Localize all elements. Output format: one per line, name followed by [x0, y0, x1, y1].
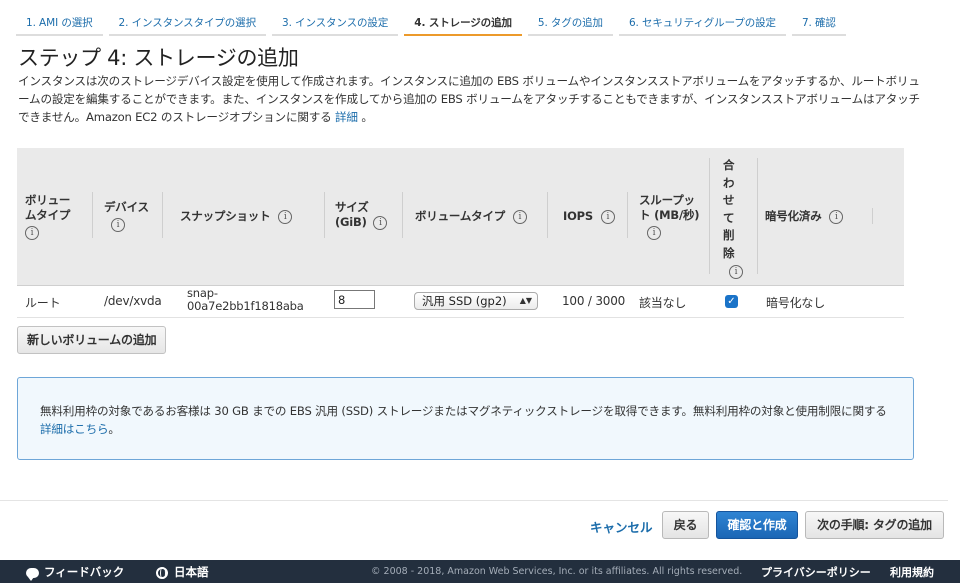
notice-end: 。	[108, 422, 120, 436]
table-row: ルート /dev/xvda snap- 00a7e2bb1f1818aba 汎用…	[17, 286, 904, 318]
column-divider	[402, 192, 403, 238]
header-ebs-volume-type-label: ボリュームタイプ	[415, 209, 506, 223]
cell-encrypted: 暗号化なし	[766, 296, 826, 310]
header-snapshot: スナップショット i	[180, 209, 293, 224]
notice-text: 無料利用枠の対象であるお客様は 30 GB までの EBS 汎用 (SSD) ス…	[40, 402, 900, 438]
header-delete-char: わ	[723, 175, 735, 190]
cell-volume-type: ルート	[25, 296, 61, 310]
info-icon[interactable]: i	[647, 225, 661, 240]
header-device-label: デバイス	[104, 200, 149, 214]
info-icon[interactable]: i	[373, 215, 388, 230]
column-divider	[547, 192, 548, 238]
column-divider	[872, 208, 873, 224]
header-volume-type-line1: ボリュー	[25, 193, 71, 207]
feedback-link[interactable]: フィードバック	[26, 564, 125, 581]
notice-link[interactable]: 詳細はこちら	[40, 422, 109, 436]
header-device: デバイス i	[104, 200, 149, 232]
header-iops-label: IOPS	[563, 209, 593, 223]
console-footer: フィードバック 日本語 © 2008 - 2018, Amazon Web Se…	[0, 560, 960, 583]
header-volume-type: ボリュー ムタイプ i	[25, 193, 70, 240]
header-size-line1: サイズ	[335, 200, 369, 214]
header-volume-type-line2: ムタイプ	[25, 208, 71, 222]
tab-add-tags[interactable]: 5. タグの追加	[527, 10, 613, 36]
actions-divider	[0, 500, 948, 501]
privacy-policy-link[interactable]: プライバシーポリシー	[761, 564, 871, 580]
terms-link[interactable]: 利用規約	[890, 564, 934, 580]
info-icon[interactable]: i	[829, 209, 844, 224]
info-icon[interactable]: i	[512, 209, 527, 224]
column-divider	[709, 158, 710, 274]
header-delete-char: 削	[723, 228, 735, 242]
header-iops: IOPS i	[563, 209, 615, 224]
description-text: インスタンスは次のストレージデバイス設定を使用して作成されます。インスタンスに追…	[18, 74, 920, 124]
tab-add-storage[interactable]: 4. ストレージの追加	[404, 10, 522, 36]
tab-review[interactable]: 7. 確認	[791, 10, 846, 36]
description-end: 。	[361, 110, 373, 124]
cell-snapshot-line2: 00a7e2bb1f1818aba	[187, 299, 304, 313]
globe-icon	[156, 566, 168, 579]
header-encrypted-label: 暗号化済み	[765, 209, 822, 223]
page-title: ステップ 4: ストレージの追加	[18, 46, 299, 70]
wizard-steps: 1. AMI の選択 2. インスタンスタイプの選択 3. インスタンスの設定 …	[16, 10, 852, 36]
info-icon[interactable]: i	[600, 209, 615, 224]
tab-security-group[interactable]: 6. セキュリティグループの設定	[618, 10, 786, 36]
column-divider	[757, 158, 758, 274]
delete-on-termination-checkbox[interactable]: ✓	[725, 295, 738, 308]
notice-body: 無料利用枠の対象であるお客様は 30 GB までの EBS 汎用 (SSD) ス…	[40, 404, 887, 418]
ebs-volume-type-select[interactable]: 汎用 SSD (gp2) ▲▼	[414, 292, 538, 310]
free-tier-notice: 無料利用枠の対象であるお客様は 30 GB までの EBS 汎用 (SSD) ス…	[17, 377, 914, 460]
header-encrypted: 暗号化済み i	[765, 209, 844, 224]
info-icon[interactable]: i	[729, 264, 743, 279]
info-icon[interactable]: i	[278, 209, 293, 224]
cell-device: /dev/xvda	[104, 294, 162, 308]
cell-iops: 100 / 3000	[562, 294, 626, 308]
header-size: サイズ (GiB) i	[335, 200, 388, 230]
storage-table-header: ボリュー ムタイプ i デバイス i スナップショット i サイズ (GiB) …	[17, 148, 904, 286]
size-input[interactable]	[334, 290, 375, 309]
language-selector[interactable]: 日本語	[156, 564, 209, 580]
cancel-link[interactable]: キャンセル	[590, 517, 653, 536]
header-delete-char: 除	[723, 245, 735, 260]
tab-ami[interactable]: 1. AMI の選択	[16, 10, 103, 36]
ebs-volume-type-value: 汎用 SSD (gp2)	[422, 294, 507, 308]
tab-configure-instance[interactable]: 3. インスタンスの設定	[271, 10, 399, 36]
column-divider	[324, 192, 325, 238]
cell-snapshot: snap- 00a7e2bb1f1818aba	[187, 287, 304, 313]
info-icon[interactable]: i	[111, 217, 125, 232]
header-snapshot-label: スナップショット	[180, 209, 271, 223]
next-add-tags-button[interactable]: 次の手順: タグの追加	[805, 511, 944, 539]
header-delete-on-termination: 合 わ せ て 削 除 i	[723, 157, 743, 281]
column-divider	[162, 192, 163, 238]
header-size-line2: (GiB)	[335, 215, 367, 229]
header-throughput-line1: スループッ	[639, 193, 695, 207]
header-throughput-line2: ト (MB/秒)	[639, 208, 700, 222]
header-delete-char: て	[723, 210, 735, 225]
info-icon[interactable]: i	[25, 225, 39, 240]
header-throughput: スループッ ト (MB/秒) i	[639, 193, 700, 240]
back-button[interactable]: 戻る	[662, 511, 709, 539]
header-delete-char: せ	[723, 193, 735, 207]
storage-options-link[interactable]: 詳細	[335, 110, 358, 124]
header-delete-char: 合	[723, 158, 735, 172]
copyright-text: © 2008 - 2018, Amazon Web Services, Inc.…	[371, 566, 743, 577]
add-volume-button[interactable]: 新しいボリュームの追加	[17, 326, 167, 354]
language-label: 日本語	[174, 565, 209, 579]
column-divider	[627, 192, 628, 238]
feedback-label: フィードバック	[44, 565, 125, 579]
review-and-launch-button[interactable]: 確認と作成	[716, 511, 798, 539]
feedback-bubble-icon	[26, 567, 39, 581]
tab-instance-type[interactable]: 2. インスタンスタイプの選択	[108, 10, 266, 36]
header-ebs-volume-type: ボリュームタイプ i	[415, 209, 527, 224]
select-arrows-icon: ▲▼	[519, 296, 532, 305]
page-description: インスタンスは次のストレージデバイス設定を使用して作成されます。インスタンスに追…	[18, 72, 923, 126]
column-divider	[92, 192, 93, 238]
cell-throughput: 該当なし	[639, 296, 687, 310]
